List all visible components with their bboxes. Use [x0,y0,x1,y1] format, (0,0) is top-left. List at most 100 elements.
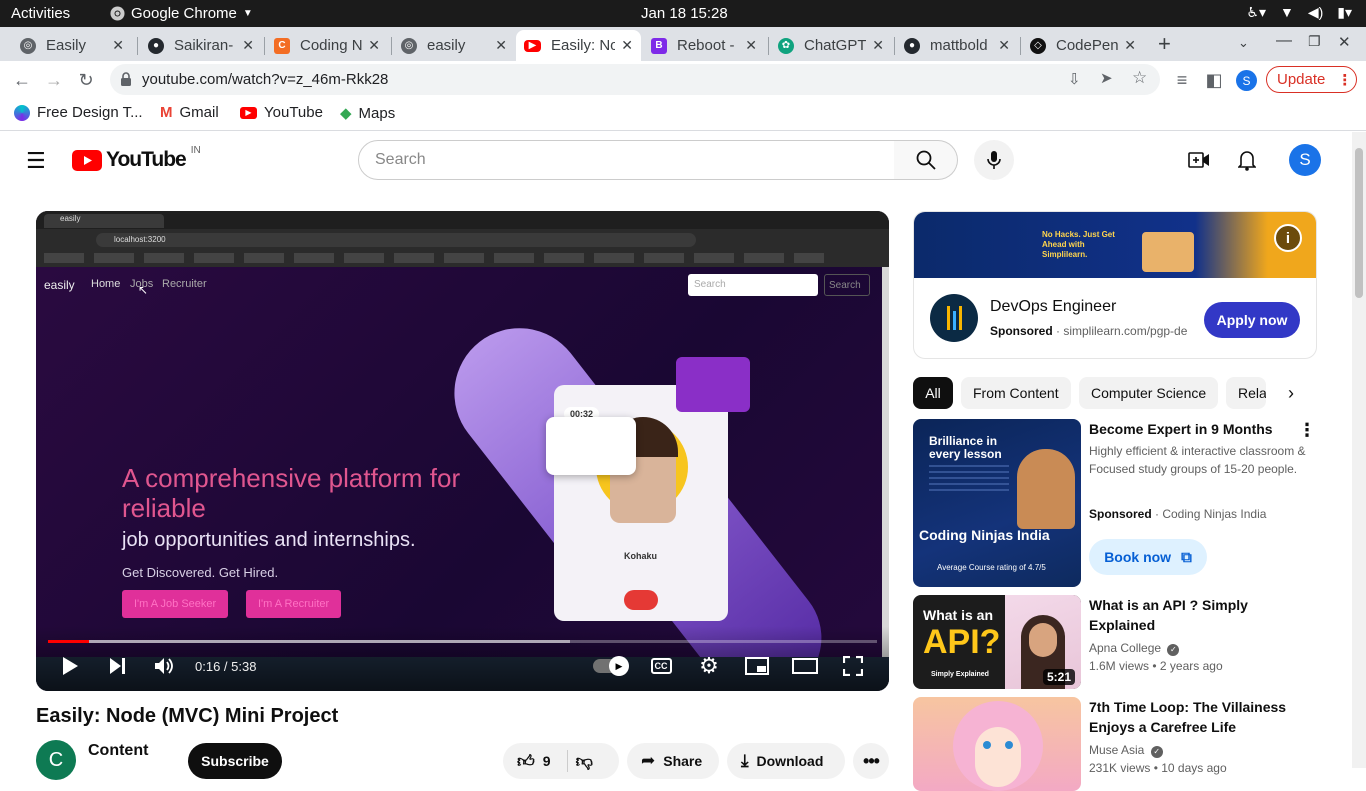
back-icon[interactable]: ← [10,68,34,92]
voice-search-button[interactable] [974,140,1014,180]
rec-thumbnail-coding-ninjas[interactable]: Brilliance in every lesson Coding Ninjas… [913,419,1081,587]
bookmark-gmail[interactable]: M Gmail [160,104,219,121]
rec-channel-line: Muse Asia ✓ [1089,741,1163,759]
miniplayer-button[interactable] [744,654,770,678]
close-icon[interactable]: ✕ [872,37,884,54]
media-queue-icon[interactable]: ≡ [1170,68,1194,92]
chip-computer-science[interactable]: Computer Science [1079,377,1219,409]
activities-button[interactable]: Activities [11,5,70,22]
settings-button[interactable]: ⚙ [696,653,722,678]
bookmark-maps[interactable]: ◆ Maps [340,104,395,123]
accessibility-icon[interactable]: ♿︎▾ [1246,4,1266,21]
rec-stats: 1.6M views • 2 years ago [1089,659,1223,673]
chip-from-content[interactable]: From Content [961,377,1071,409]
fullscreen-button[interactable] [840,654,866,678]
search-input[interactable]: Search [358,140,896,180]
ad-banner-image[interactable]: No Hacks. Just Get Ahead with Simplilear… [914,212,1316,278]
kebab-menu-icon[interactable]: ⋮ [1298,420,1316,441]
subscribe-button[interactable]: Subscribe [188,743,282,779]
share-button[interactable]: ➦ Share [627,743,719,779]
rec-title[interactable]: What is an API ? Simply Explained [1089,595,1309,635]
rec-title[interactable]: 7th Time Loop: The Villainess Enjoys a C… [1089,697,1299,737]
tab-saikiran[interactable]: ● Saikiran- ✕ [140,30,262,61]
tab-coding-ninjas[interactable]: C Coding N ✕ [266,30,388,61]
tab-mattbold[interactable]: ● mattbold ✕ [896,30,1018,61]
profile-avatar[interactable]: S [1236,70,1257,91]
tab-codepen[interactable]: ◇ CodePen ✕ [1022,30,1144,61]
next-button[interactable] [106,654,130,678]
video-player[interactable]: easily localhost:3200 easily Home Jobs R… [36,211,889,691]
install-icon[interactable]: ⇩ [1068,70,1081,88]
close-icon[interactable]: ✕ [112,37,124,54]
forward-icon[interactable]: → [42,68,66,92]
progress-bar[interactable] [48,640,877,643]
download-button[interactable]: ⤓ Download [727,743,845,779]
account-avatar[interactable]: S [1289,144,1321,176]
ad-card[interactable]: No Hacks. Just Get Ahead with Simplilear… [913,211,1317,359]
reload-icon[interactable]: ↻ [74,68,98,92]
more-actions-button[interactable]: ••• [853,743,889,779]
ad-title[interactable]: DevOps Engineer [990,298,1116,316]
create-video-icon[interactable] [1188,150,1210,170]
bookmark-youtube[interactable]: ▶ YouTube [240,104,323,121]
restore-icon[interactable]: ❐ [1308,33,1321,50]
rec-channel[interactable]: Apna College [1089,641,1161,655]
played-bar [48,640,90,643]
rec-title[interactable]: Become Expert in 9 Months [1089,419,1309,439]
notifications-bell-icon[interactable] [1238,149,1256,171]
close-icon[interactable]: ✕ [1124,37,1136,54]
close-icon[interactable]: ✕ [495,37,507,54]
tab-youtube-active[interactable]: ▶ Easily: No ✕ [516,30,641,61]
tab-easily-2[interactable]: ◎ easily ✕ [393,30,515,61]
close-window-icon[interactable]: ✕ [1338,33,1351,51]
info-icon[interactable]: i [1274,224,1302,252]
close-icon[interactable]: ✕ [242,37,254,54]
chips-next-button[interactable]: › [1266,377,1316,409]
chip-related[interactable]: Rela [1226,377,1266,409]
tab-title: Easily: No [551,37,616,54]
new-tab-icon[interactable]: + [1158,31,1171,57]
rec-thumbnail-villainess[interactable] [913,697,1081,791]
autoplay-toggle[interactable]: ▶ [592,654,629,678]
play-button[interactable] [58,654,82,678]
system-tray[interactable]: ♿︎▾ ▼ ◀) ▮▾ [1246,4,1352,21]
tab-easily-1[interactable]: ◎ Easily ✕ [12,30,132,61]
close-icon[interactable]: ✕ [745,37,757,54]
like-button[interactable]: 👍︎ 9 [517,751,551,772]
page-scrollbar[interactable] [1352,132,1366,768]
book-now-button[interactable]: Book now ⧉ [1089,539,1207,575]
chip-all[interactable]: All [913,377,953,409]
youtube-logo[interactable]: YouTube IN [72,145,201,172]
minimize-icon[interactable]: — [1276,32,1292,50]
close-icon[interactable]: ✕ [621,37,633,54]
close-icon[interactable]: ✕ [368,37,380,54]
tab-reboot[interactable]: B Reboot - ✕ [643,30,765,61]
mouse-cursor-icon: ↖ [138,283,149,297]
clock[interactable]: Jan 18 15:28 [641,5,728,22]
video-inner-hero-heading: A comprehensive platform for reliable [122,463,461,523]
app-menu[interactable]: Google Chrome ▼ [110,5,253,22]
update-button[interactable]: Update ⋮ [1266,66,1357,93]
address-bar[interactable]: youtube.com/watch?v=z_46m-Rkk28 ⇩ ➤ ☆ [110,64,1160,95]
theater-mode-button[interactable] [792,654,818,678]
ad-advertiser-logo[interactable] [930,294,978,342]
rec-thumbnail-api[interactable]: What is an API? Simply Explained 5:21 [913,595,1081,689]
channel-avatar[interactable]: C [36,740,76,780]
side-panel-icon[interactable]: ◧ [1202,68,1226,92]
close-icon[interactable]: ✕ [998,37,1010,54]
volume-button[interactable] [152,654,178,678]
send-icon[interactable]: ➤ [1100,69,1113,87]
tab-search-icon[interactable]: ⌄ [1238,35,1249,51]
apply-now-button[interactable]: Apply now [1204,302,1300,338]
rec-channel[interactable]: Muse Asia [1089,743,1144,757]
search-button[interactable] [894,140,958,180]
bookmark-free-design[interactable]: Free Design T... [14,104,143,121]
bookmark-star-icon[interactable]: ☆ [1132,68,1147,88]
dislike-button[interactable]: 👎︎ [576,751,593,772]
tab-chatgpt[interactable]: ✿ ChatGPT ✕ [770,30,892,61]
captions-button[interactable]: CC [648,654,674,678]
thumb-sub: Simply Explained [931,671,989,678]
hamburger-menu-icon[interactable]: ☰ [26,148,46,174]
channel-name[interactable]: Content [88,742,148,760]
scrollbar-thumb[interactable] [1355,148,1363,298]
